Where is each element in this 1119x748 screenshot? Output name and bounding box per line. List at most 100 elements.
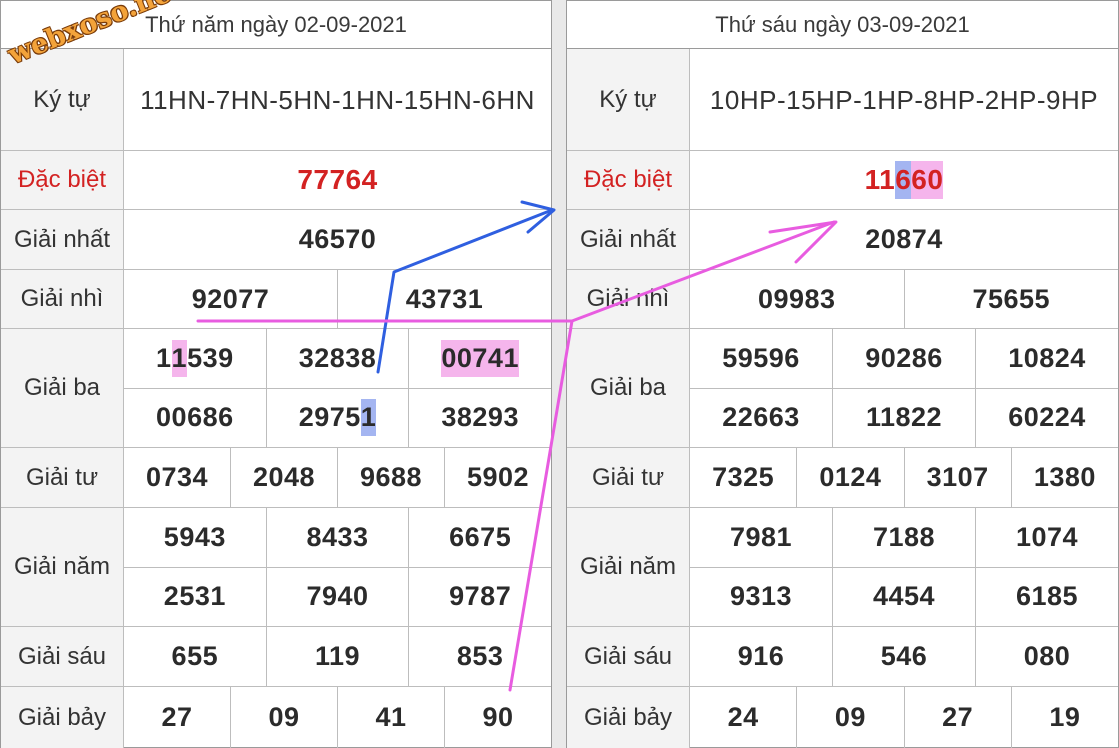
label-sixth-prize: Giải sáu bbox=[1, 627, 124, 686]
label-fifth-prize: Giải năm bbox=[567, 508, 690, 626]
label-special-prize: Đặc biệt bbox=[567, 151, 690, 209]
special-prize-value: 11 6 60 bbox=[690, 151, 1118, 209]
highlight-digit: 6 bbox=[895, 161, 912, 199]
fourth-prize-value: 5902 bbox=[444, 448, 551, 507]
third-prize-value: 0074 1 bbox=[408, 329, 551, 388]
seventh-prize-value: 09 bbox=[796, 687, 903, 748]
label-fourth-prize: Giải tư bbox=[567, 448, 690, 507]
table-header-date: Thứ năm ngày 02-09-2021 bbox=[1, 1, 551, 49]
fifth-prize-value: 8433 bbox=[265, 508, 409, 567]
row-sixth-prize: Giải sáu 916 546 080 bbox=[567, 627, 1118, 687]
third-prize-value: 3283 8 bbox=[265, 329, 409, 388]
table-header-date: Thứ sáu ngày 03-09-2021 bbox=[567, 1, 1118, 49]
label-seventh-prize: Giải bảy bbox=[1, 687, 124, 748]
fifth-prize-value: 7981 bbox=[729, 521, 793, 552]
first-prize-value: 46570 bbox=[298, 224, 377, 254]
highlight-digit: 1 bbox=[503, 339, 519, 377]
row-code: Ký tự 11HN-7HN-5HN-1HN-15HN-6HN bbox=[1, 49, 551, 151]
third-prize-value: 11822 bbox=[832, 388, 975, 447]
row-special-prize: Đặc biệt 11 6 60 bbox=[567, 151, 1118, 210]
seventh-prize-value: 90 bbox=[444, 687, 551, 748]
seventh-prize-value: 24 bbox=[727, 702, 759, 732]
fifth-prize-value: 9313 bbox=[729, 581, 793, 612]
third-prize-value: 10824 bbox=[975, 329, 1118, 388]
fifth-prize-value: 7940 bbox=[265, 567, 409, 626]
label-second-prize: Giải nhì bbox=[1, 270, 124, 328]
row-sixth-prize: Giải sáu 655 119 853 bbox=[1, 627, 551, 687]
row-fifth-prize: Giải năm 7981 7188 1074 9313 4454 6185 bbox=[567, 508, 1118, 627]
code-value: 10HP-15HP-1HP-8HP-2HP-9HP bbox=[709, 84, 1099, 115]
special-prize-value: 77764 bbox=[297, 164, 378, 195]
third-prize-value: 59596 bbox=[722, 342, 800, 373]
fifth-prize-value: 1074 bbox=[975, 508, 1118, 567]
label-third-prize: Giải ba bbox=[567, 329, 690, 447]
row-second-prize: Giải nhì 09983 75655 bbox=[567, 270, 1118, 329]
fourth-prize-value: 0124 bbox=[796, 448, 903, 507]
fourth-prize-value: 2048 bbox=[230, 448, 337, 507]
label-second-prize: Giải nhì bbox=[567, 270, 690, 328]
fifth-prize-value: 5943 bbox=[163, 521, 226, 552]
third-prize-value: 38293 bbox=[408, 388, 551, 447]
third-prize-value: 90286 bbox=[832, 329, 975, 388]
seventh-prize-value: 19 bbox=[1010, 687, 1118, 748]
label-first-prize: Giải nhất bbox=[1, 210, 124, 269]
second-prize-value: 43731 bbox=[337, 270, 551, 328]
label-code: Ký tự bbox=[567, 49, 690, 150]
second-prize-value: 75655 bbox=[903, 270, 1119, 328]
seventh-prize-value: 09 bbox=[230, 687, 337, 748]
row-first-prize: Giải nhất 46570 bbox=[1, 210, 551, 270]
fourth-prize-value: 7325 bbox=[712, 462, 775, 492]
label-code: Ký tự bbox=[1, 49, 124, 150]
sixth-prize-value: 655 bbox=[171, 641, 219, 671]
label-special-prize: Đặc biệt bbox=[1, 151, 124, 209]
label-first-prize: Giải nhất bbox=[567, 210, 690, 269]
row-fifth-prize: Giải năm 5943 8433 6675 2531 7940 9787 bbox=[1, 508, 551, 627]
sixth-prize-value: 916 bbox=[737, 641, 785, 671]
results-table-right: Thứ sáu ngày 03-09-2021 Ký tự 10HP-15HP-… bbox=[566, 0, 1119, 748]
row-special-prize: Đặc biệt 77764 bbox=[1, 151, 551, 210]
seventh-prize-value: 41 bbox=[337, 687, 444, 748]
second-prize-value: 92077 bbox=[191, 283, 270, 314]
label-fourth-prize: Giải tư bbox=[1, 448, 124, 507]
third-prize-value: 60224 bbox=[975, 388, 1118, 447]
row-first-prize: Giải nhất 20874 bbox=[567, 210, 1118, 270]
sixth-prize-value: 853 bbox=[408, 627, 551, 686]
highlight-digit: 1 bbox=[171, 339, 188, 377]
row-seventh-prize: Giải bảy 24 09 27 19 bbox=[567, 687, 1118, 748]
third-prize-value: 22663 bbox=[722, 402, 800, 433]
seventh-prize-value: 27 bbox=[903, 687, 1011, 748]
fifth-prize-value: 7188 bbox=[832, 508, 975, 567]
fifth-prize-value: 6675 bbox=[408, 508, 551, 567]
second-prize-value: 09983 bbox=[757, 283, 836, 314]
row-seventh-prize: Giải bảy 27 09 41 90 bbox=[1, 687, 551, 748]
row-fourth-prize: Giải tư 7325 0124 3107 1380 bbox=[567, 448, 1118, 508]
first-prize-value: 20874 bbox=[865, 224, 943, 254]
highlight-block: 0074 bbox=[441, 339, 504, 377]
label-fifth-prize: Giải năm bbox=[1, 508, 124, 626]
code-value: 11HN-7HN-5HN-1HN-15HN-6HN bbox=[140, 84, 535, 115]
fourth-prize-value: 9688 bbox=[337, 448, 444, 507]
row-third-prize: Giải ba 59596 90286 10824 22663 11822 60… bbox=[567, 329, 1118, 448]
row-fourth-prize: Giải tư 0734 2048 9688 5902 bbox=[1, 448, 551, 508]
highlight-digits: 60 bbox=[911, 161, 944, 199]
fifth-prize-value: 2531 bbox=[163, 581, 226, 612]
fifth-prize-value: 9787 bbox=[408, 567, 551, 626]
results-table-left: Thứ năm ngày 02-09-2021 Ký tự 11HN-7HN-5… bbox=[0, 0, 552, 748]
fourth-prize-value: 1380 bbox=[1010, 448, 1118, 507]
fourth-prize-value: 3107 bbox=[903, 448, 1011, 507]
sixth-prize-value: 546 bbox=[832, 627, 975, 686]
third-prize-value: 1 1 539 bbox=[124, 329, 266, 388]
fourth-prize-value: 0734 bbox=[145, 462, 209, 492]
sixth-prize-value: 080 bbox=[975, 627, 1118, 686]
seventh-prize-value: 27 bbox=[161, 702, 193, 732]
third-prize-value: 2975 1 bbox=[265, 388, 409, 447]
fifth-prize-value: 4454 bbox=[832, 567, 975, 626]
third-prize-value: 00686 bbox=[156, 402, 234, 433]
row-second-prize: Giải nhì 92077 43731 bbox=[1, 270, 551, 329]
highlight-digit: 1 bbox=[360, 399, 377, 437]
label-sixth-prize: Giải sáu bbox=[567, 627, 690, 686]
row-code: Ký tự 10HP-15HP-1HP-8HP-2HP-9HP bbox=[567, 49, 1118, 151]
sixth-prize-value: 119 bbox=[265, 627, 409, 686]
fifth-prize-value: 6185 bbox=[975, 567, 1118, 626]
row-third-prize: Giải ba 1 1 539 3283 8 0074 1 00686 2975 1 38… bbox=[1, 329, 551, 448]
